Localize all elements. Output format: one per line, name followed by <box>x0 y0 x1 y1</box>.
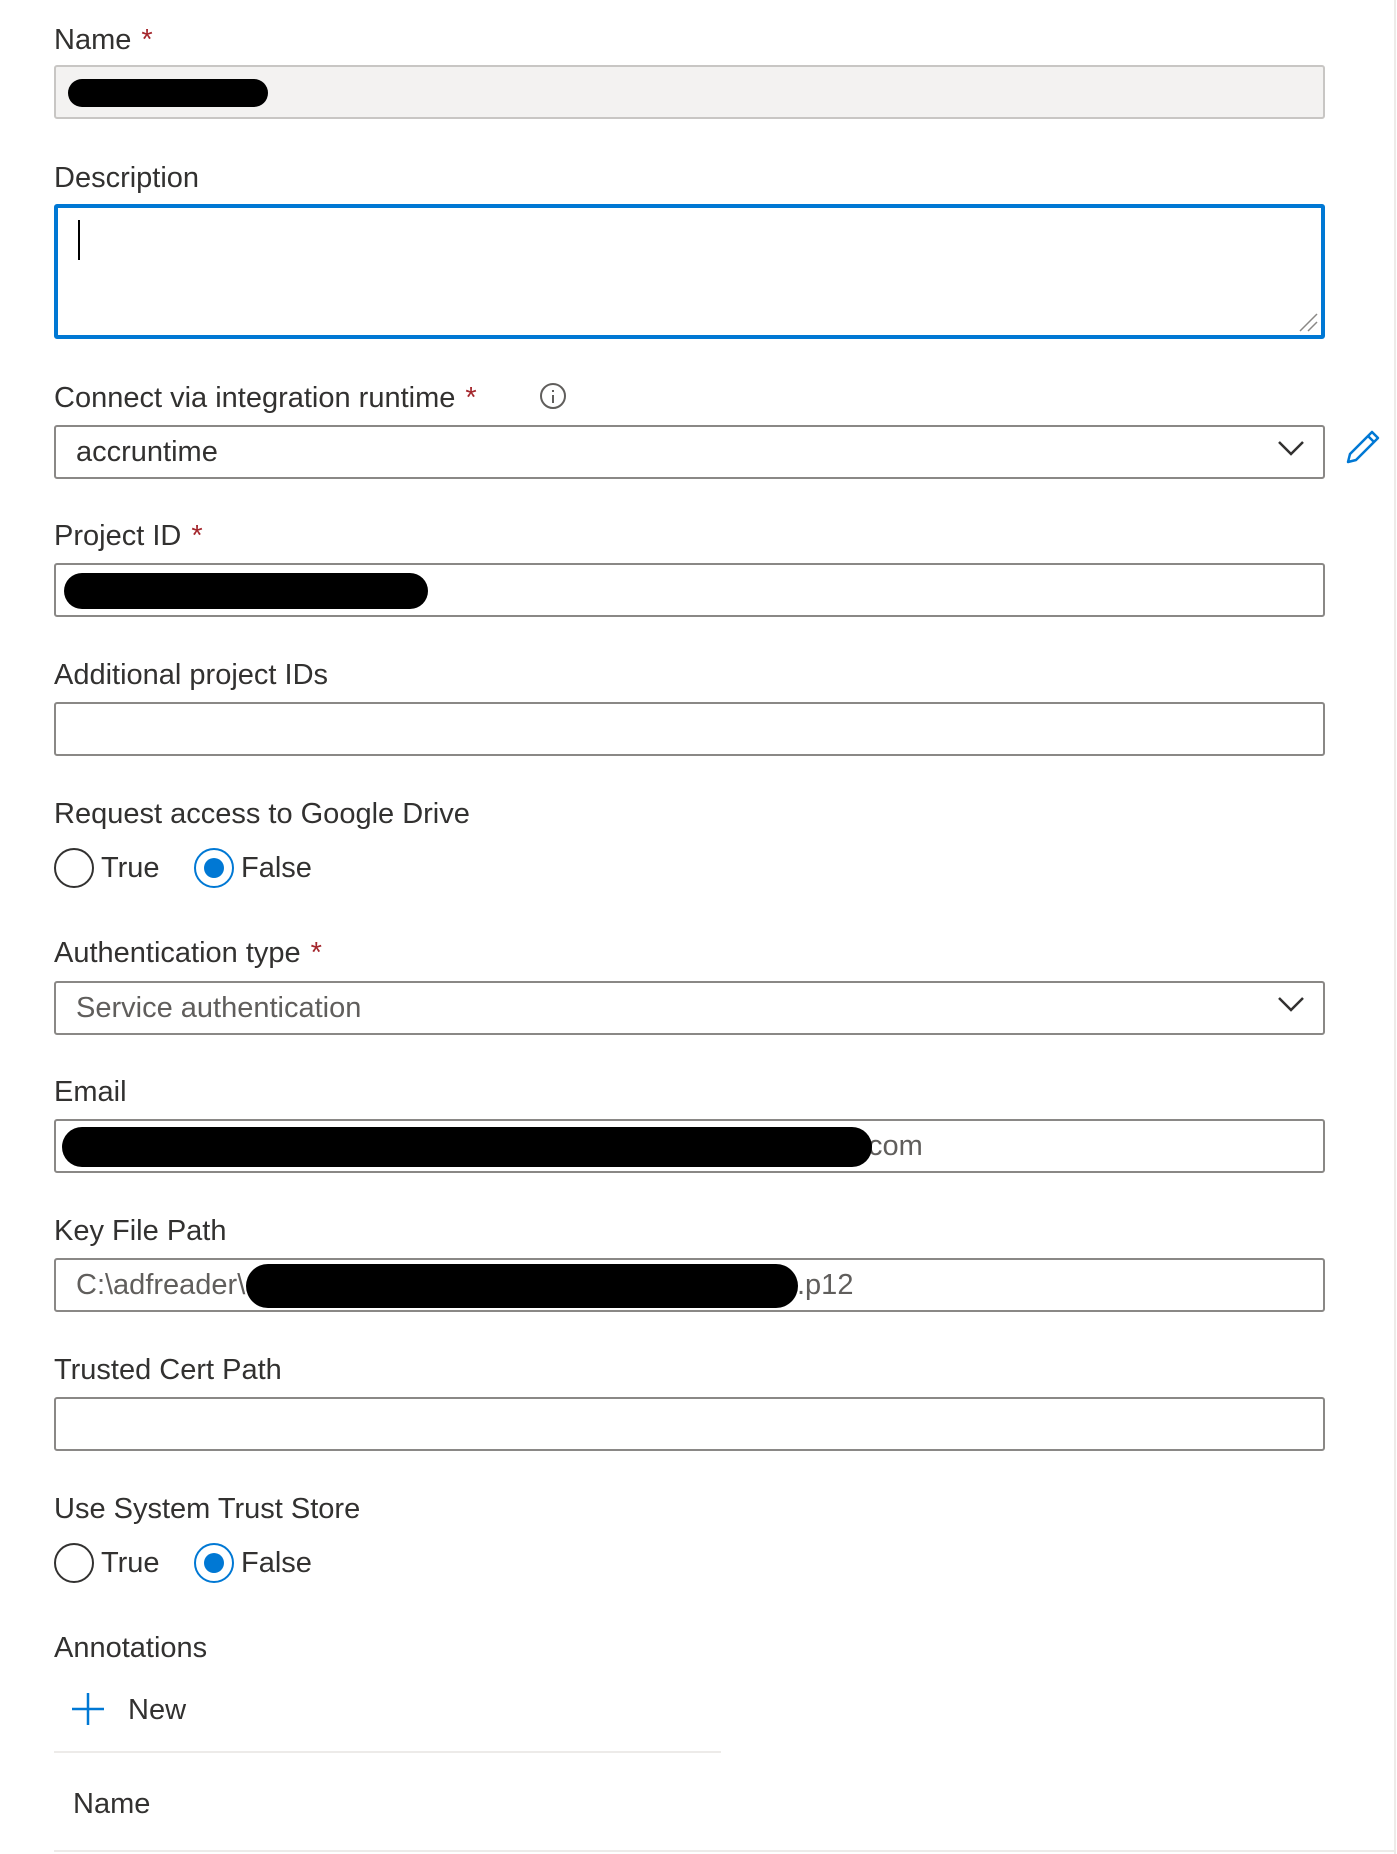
radio-label-false: False <box>241 852 312 884</box>
description-textarea[interactable] <box>54 204 1325 339</box>
trusted-cert-path-label: Trusted Cert Path <box>54 1352 282 1388</box>
project-id-label-text: Project ID <box>54 520 182 552</box>
table-header-bottom-border <box>54 1850 1394 1852</box>
radio-unchecked-icon[interactable] <box>54 1543 94 1583</box>
annotations-label: Annotations <box>54 1630 207 1666</box>
description-label: Description <box>54 160 199 196</box>
email-visible-suffix: com <box>868 1130 923 1162</box>
required-mark: * <box>191 520 203 552</box>
key-file-path-label: Key File Path <box>54 1213 226 1249</box>
name-label-text: Name <box>54 24 132 56</box>
radio-label-true: True <box>101 852 160 884</box>
redaction-mark <box>68 79 268 107</box>
plus-icon <box>72 1693 104 1725</box>
project-id-input[interactable] <box>54 563 1325 617</box>
system-trust-store-true-option[interactable]: True <box>54 1543 164 1585</box>
redaction-mark <box>62 1127 872 1167</box>
redaction-mark <box>64 573 428 609</box>
system-trust-store-label-text: Use System Trust Store <box>54 1493 361 1525</box>
authentication-type-label: Authentication type * <box>54 935 322 971</box>
radio-label-true: True <box>101 1547 160 1579</box>
additional-project-ids-input[interactable] <box>54 702 1325 756</box>
radio-label-false: False <box>241 1547 312 1579</box>
name-label: Name * <box>54 22 153 58</box>
key-file-path-suffix: .p12 <box>797 1269 854 1301</box>
new-button-label: New <box>128 1694 187 1726</box>
integration-runtime-selected: accruntime <box>76 436 218 468</box>
integration-runtime-dropdown[interactable]: accruntime <box>54 425 1325 479</box>
integration-runtime-label-text: Connect via integration runtime <box>54 382 456 414</box>
text-caret <box>78 220 80 260</box>
required-mark: * <box>141 24 153 56</box>
authentication-type-label-text: Authentication type <box>54 937 301 969</box>
name-input[interactable] <box>54 65 1325 119</box>
new-annotation-button[interactable]: New <box>70 1688 200 1730</box>
additional-project-ids-label: Additional project IDs <box>54 657 328 693</box>
authentication-type-selected: Service authentication <box>76 992 362 1024</box>
email-label-text: Email <box>54 1076 127 1108</box>
project-id-label: Project ID * <box>54 518 203 554</box>
google-drive-label-text: Request access to Google Drive <box>54 798 470 830</box>
annotations-table-header-name[interactable]: Name <box>73 1786 150 1822</box>
radio-checked-icon[interactable] <box>194 1543 234 1583</box>
trusted-cert-path-label-text: Trusted Cert Path <box>54 1354 282 1386</box>
annotations-divider <box>54 1751 721 1753</box>
chevron-down-icon <box>1278 997 1304 1012</box>
resize-grip-icon[interactable] <box>1296 310 1318 332</box>
required-mark: * <box>310 937 322 969</box>
key-file-path-label-text: Key File Path <box>54 1215 227 1247</box>
info-icon[interactable] <box>540 383 566 409</box>
google-drive-false-option[interactable]: False <box>194 848 324 890</box>
required-mark: * <box>465 382 477 414</box>
panel-right-border <box>1394 0 1396 1854</box>
radio-unchecked-icon[interactable] <box>54 848 94 888</box>
key-file-path-input[interactable]: C:\adfreader\ .p12 <box>54 1258 1325 1312</box>
integration-runtime-label: Connect via integration runtime * <box>54 380 477 416</box>
system-trust-store-label: Use System Trust Store <box>54 1491 360 1527</box>
system-trust-store-false-option[interactable]: False <box>194 1543 324 1585</box>
email-input[interactable]: com <box>54 1119 1325 1173</box>
trusted-cert-path-input[interactable] <box>54 1397 1325 1451</box>
pencil-icon[interactable] <box>1342 428 1382 468</box>
key-file-path-prefix: C:\adfreader\ <box>76 1269 246 1301</box>
radio-checked-icon[interactable] <box>194 848 234 888</box>
google-drive-true-option[interactable]: True <box>54 848 164 890</box>
chevron-down-icon <box>1278 441 1304 456</box>
authentication-type-dropdown[interactable]: Service authentication <box>54 981 1325 1035</box>
description-label-text: Description <box>54 162 200 194</box>
annotations-label-text: Annotations <box>54 1632 208 1664</box>
redaction-mark <box>246 1264 798 1308</box>
additional-project-ids-label-text: Additional project IDs <box>54 659 329 691</box>
google-drive-label: Request access to Google Drive <box>54 796 470 832</box>
email-label: Email <box>54 1074 127 1110</box>
